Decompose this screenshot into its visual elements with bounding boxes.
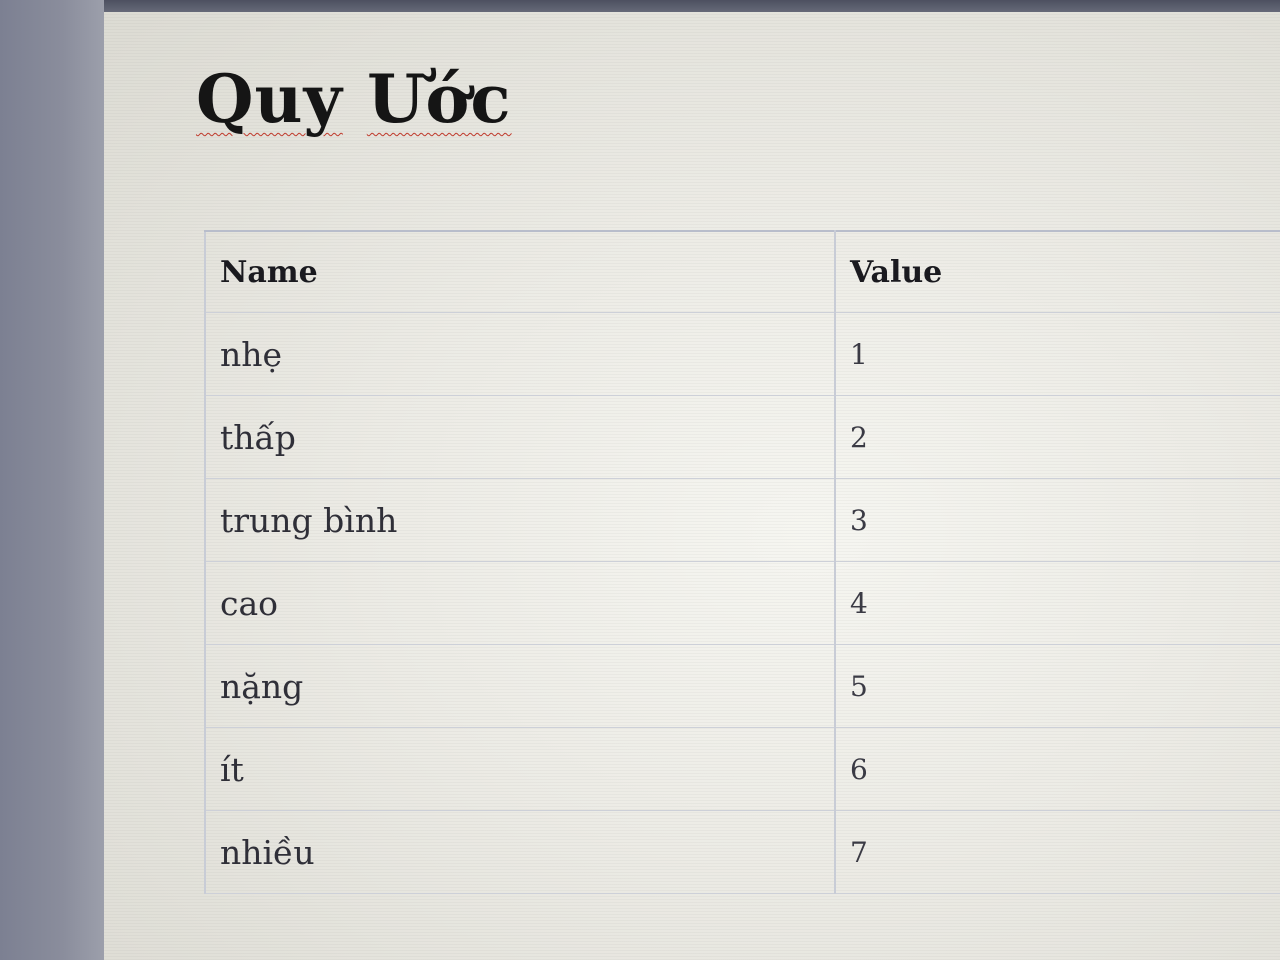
cell-value: 2 [835,395,1280,479]
table-row: nhẹ 1 [205,312,1280,396]
title-word-2: Ước [366,60,512,138]
cell-name: nặng [205,644,836,728]
cell-name: thấp [205,395,836,479]
table-row: thấp 2 [205,395,1280,479]
header-value: Value [835,231,1280,313]
cell-name: trung bình [205,478,836,562]
cell-value: 1 [835,312,1280,396]
table-row: trung bình 3 [205,478,1280,562]
table-row: nhiều 7 [205,810,1280,894]
table-header-row: Name Value [205,231,1280,313]
monitor-bezel-left [0,0,104,960]
table-row: nặng 5 [205,644,1280,728]
header-name: Name [205,231,836,313]
convention-table: Name Value nhẹ 1 thấp 2 trung bình 3 cao… [204,230,1280,894]
table-row: cao 4 [205,561,1280,645]
document-page: Quy Ước Name Value nhẹ 1 thấp 2 trung bì… [104,12,1280,960]
cell-name: nhẹ [205,312,836,396]
cell-value: 4 [835,561,1280,645]
cell-name: nhiều [205,810,836,894]
table-row: ít 6 [205,727,1280,811]
title-word-1: Quy [196,60,343,138]
cell-name: cao [205,561,836,645]
cell-value: 7 [835,810,1280,894]
page-title: Quy Ước [196,60,512,138]
cell-value: 6 [835,727,1280,811]
cell-name: ít [205,727,836,811]
cell-value: 5 [835,644,1280,728]
cell-value: 3 [835,478,1280,562]
